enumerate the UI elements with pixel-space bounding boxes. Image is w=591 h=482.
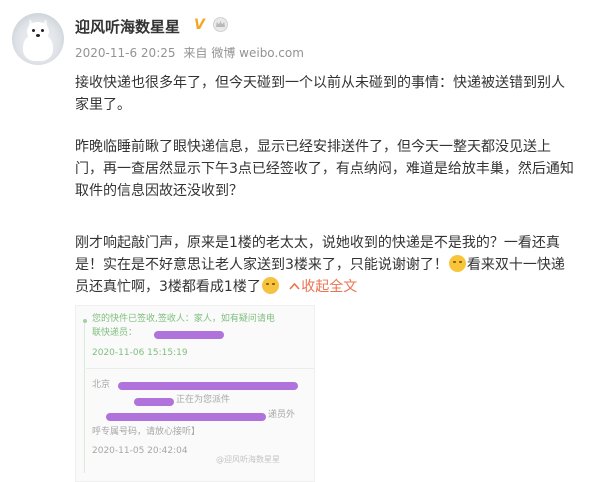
post-source[interactable]: 微博 weibo.com <box>211 46 304 60</box>
collapse-full-text-link[interactable]: 收起全文 <box>301 279 357 295</box>
post-paragraph-1: 接收快递也很多年了，但今天碰到一个以前从未碰到的事情：快递被送错到别人家里了。 <box>75 75 565 113</box>
image-watermark: @迎风听海数星星 <box>216 455 280 464</box>
tracking-entry-2-line-1: 北京 <box>92 380 111 390</box>
tracking-entry-2-line-3: 递员外 <box>268 410 296 420</box>
tracking-entry-2-line-4: 呼专属号码，请放心接听】 <box>92 427 201 437</box>
verified-v-icon[interactable]: V <box>194 17 210 33</box>
username-link[interactable]: 迎风听海数星星 <box>75 16 180 37</box>
redaction-mark <box>106 413 266 421</box>
post-meta: 2020-11-6 20:25 来自 微博 weibo.com <box>75 44 308 61</box>
redaction-mark <box>118 382 298 390</box>
post-paragraph-2: 昨晚临睡前瞅了眼快递信息，显示已经安排送件了，但今天一整天都没见送上门，再一查居… <box>75 139 574 199</box>
post-image-courier-tracking[interactable]: 您的快件已签收,签收人：家人，如有疑问请电 联快递员： 2020-11-06 1… <box>75 305 315 482</box>
laugh-emoji-icon <box>261 277 279 294</box>
redaction-mark <box>134 398 174 406</box>
tracking-entry-2-line-2: 正在为您派件 <box>176 395 231 405</box>
redaction-mark <box>154 331 224 339</box>
post-timestamp[interactable]: 2020-11-6 20:25 <box>75 46 176 60</box>
timeline-line <box>84 323 85 473</box>
divider <box>86 368 314 369</box>
tracking-entry-1-line-2: 联快递员： <box>92 328 138 338</box>
tracking-entry-1-time: 2020-11-06 15:15:19 <box>92 348 188 358</box>
tracking-entry-1-line-1: 您的快件已签收,签收人：家人，如有疑问请电 <box>92 314 275 324</box>
avatar[interactable] <box>12 13 64 65</box>
tracking-entry-2-time: 2020-11-05 20:42:04 <box>92 446 188 456</box>
sweat-smile-emoji-icon <box>448 255 466 272</box>
collapse-arrow-icon[interactable] <box>288 280 301 293</box>
crown-icon[interactable] <box>212 17 229 32</box>
source-prefix: 来自 <box>183 46 208 60</box>
post-paragraph-3: 刚才响起敲门声，原来是1楼的老太太，说她收到的快递是不是我的？一看还真是！实在是… <box>75 232 575 298</box>
